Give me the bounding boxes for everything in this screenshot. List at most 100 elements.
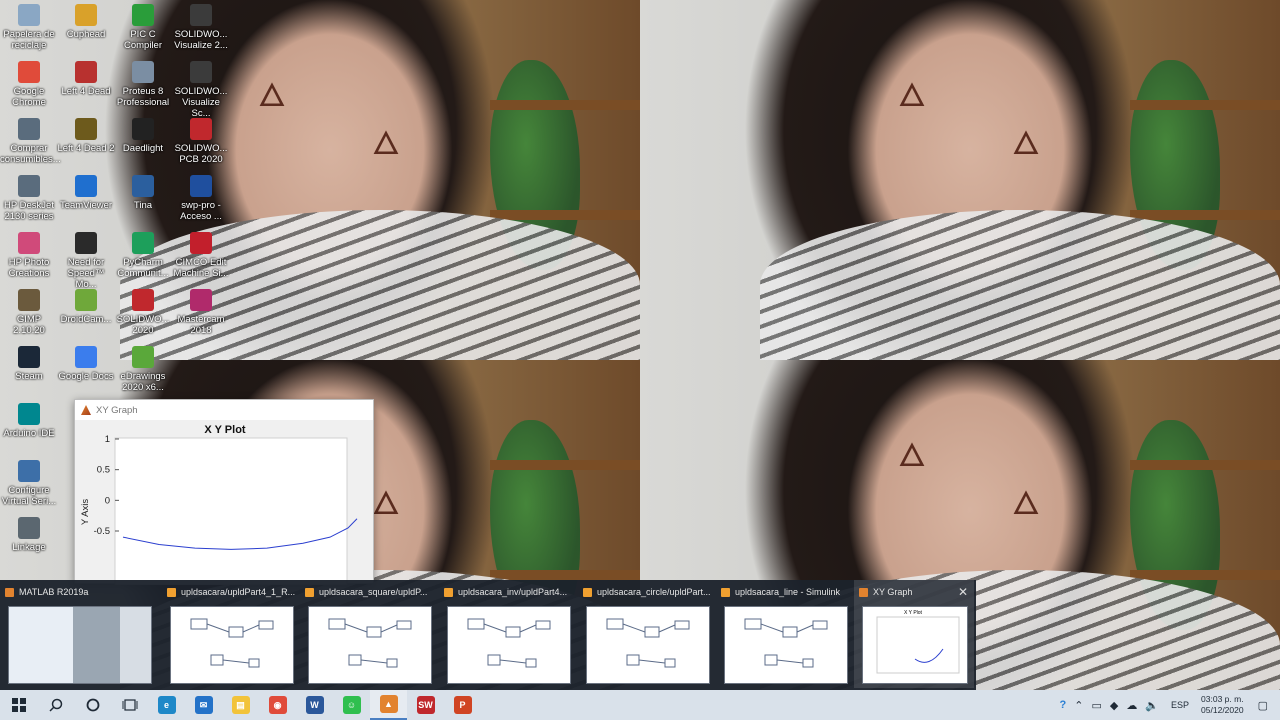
desktop-icon-label: PyCharm Communit...	[117, 257, 169, 279]
desktop-icon[interactable]: Papelera de reciclaje	[0, 4, 58, 51]
desktop-icon[interactable]: Left 4 Dead	[57, 61, 115, 97]
cloud-icon[interactable]: ☁	[1126, 699, 1137, 712]
shelf	[1130, 460, 1280, 470]
desktop-icon[interactable]: Google Chrome	[0, 61, 58, 108]
desktop-icon[interactable]: DroidCam...	[57, 289, 115, 325]
desktop-icon-label: Google Docs	[58, 371, 114, 382]
shelf	[1130, 570, 1280, 580]
cortana-button[interactable]	[74, 690, 111, 720]
desktop-icon-label: Tina	[133, 200, 153, 211]
recycle-bin-icon	[18, 4, 40, 26]
desktop-icon[interactable]: Configure Virtual Seri...	[0, 460, 58, 507]
taskbar-app-button[interactable]: P	[444, 690, 481, 720]
left4dead-icon	[75, 61, 97, 83]
desktop-icon-label: SOLIDWO... Visualize 2...	[174, 29, 228, 51]
desktop-icon[interactable]: SOLIDWO... Visualize Sc...	[172, 61, 230, 119]
desktop-icon[interactable]: Daedlight	[114, 118, 172, 154]
desktop-icon[interactable]: Cuphead	[57, 4, 115, 40]
cortana-icon	[86, 698, 99, 712]
shelf	[1130, 100, 1280, 110]
desktop-icon[interactable]: Linkage	[0, 517, 58, 553]
taskbar-app-button[interactable]: ▲	[370, 690, 407, 720]
search-icon	[48, 698, 62, 712]
desktop-icon[interactable]: PyCharm Communit...	[114, 232, 172, 279]
taskbar-app-button[interactable]: e	[148, 690, 185, 720]
daedlight-icon	[132, 118, 154, 140]
printer-icon	[18, 175, 40, 197]
window-thumbnail[interactable]: upldsacara_circle/upldPart...	[578, 580, 716, 688]
desktop-icon[interactable]: Google Docs	[57, 346, 115, 382]
desktop-icon-label: Proteus 8 Professional	[116, 86, 170, 108]
network-icon[interactable]: ▭	[1091, 699, 1101, 712]
task-view-icon	[122, 699, 137, 711]
window-thumbnail[interactable]: upldsacara_square/upldP...	[300, 580, 438, 688]
taskbar-app-button[interactable]: ☺	[333, 690, 370, 720]
help-icon[interactable]: ?	[1060, 699, 1067, 711]
desktop-icon[interactable]: Proteus 8 Professional	[114, 61, 172, 108]
desktop-icon[interactable]: HP Photo Creations	[0, 232, 58, 279]
flame-drawing: 🜂	[898, 437, 926, 473]
window-thumbnail[interactable]: XY Graph X Y Plot ✕	[854, 580, 974, 688]
desktop-icon[interactable]: PIC C Compiler	[114, 4, 172, 51]
edge-icon: e	[157, 696, 176, 714]
desktop-icon[interactable]: SOLIDWO... PCB 2020	[172, 118, 230, 165]
desktop-icon-label: Google Chrome	[12, 86, 46, 108]
close-icon[interactable]: ✕	[958, 585, 968, 599]
desktop-icon[interactable]: CIMCO Edit Machine Si...	[172, 232, 230, 279]
xy-graph-window[interactable]: XY Graph X Y Plot 1 0.5 0 -0.5 Y Axis	[74, 399, 374, 585]
search-button[interactable]	[37, 690, 74, 720]
desktop-icon-label: Linkage	[12, 542, 46, 553]
flame-drawing: 🜂	[898, 77, 926, 113]
thumbnail-preview	[8, 606, 152, 684]
desktop-icon[interactable]: SOLIDWO... Visualize 2...	[172, 4, 230, 51]
window-thumbnail[interactable]: MATLAB R2019a	[0, 580, 158, 688]
chrome-icon: ◉	[268, 696, 287, 714]
webcam-quadrant-top-right: 🜂 🜂	[640, 0, 1280, 360]
desktop-icon-label: Cuphead	[66, 29, 106, 40]
dropbox-icon[interactable]: ◆	[1110, 699, 1118, 712]
window-thumbnail[interactable]: upldsacara_inv/upldPart4...	[439, 580, 577, 688]
desktop-icon-label: CIMCO Edit Machine Si...	[173, 257, 229, 279]
language-indicator[interactable]: ESP	[1171, 700, 1189, 710]
desktop-icon[interactable]: HP DeskJet 2130 series	[0, 175, 58, 222]
desktop-icon[interactable]: Arduino IDE	[0, 403, 58, 439]
thumbnail-title: upldsacara_circle/upldPart...	[597, 587, 711, 597]
taskbar-app-button[interactable]: ✉	[185, 690, 222, 720]
desktop-icon[interactable]: Mastercam 2018	[172, 289, 230, 336]
desktop-icon[interactable]: TeamViewer	[57, 175, 115, 211]
desktop-icon[interactable]: Tina	[114, 175, 172, 211]
desktop-icon-label: SOLIDWO... 2020	[116, 314, 170, 336]
desktop-icon-label: HP Photo Creations	[8, 257, 50, 279]
taskbar-thumbnails: MATLAB R2019a upldsacara/upldPart4_1_R...…	[0, 580, 976, 690]
droidcam-icon	[75, 289, 97, 311]
desktop-icon[interactable]: SOLIDWO... 2020	[114, 289, 172, 336]
desktop-icon[interactable]: Steam	[0, 346, 58, 382]
desktop-icon[interactable]: eDrawings 2020 x6...	[114, 346, 172, 393]
desktop-icon-label: PIC C Compiler	[123, 29, 162, 51]
google-docs-icon	[75, 346, 97, 368]
start-button[interactable]	[0, 690, 37, 720]
volume-icon[interactable]: 🔈	[1145, 699, 1159, 712]
desktop-icon[interactable]: Need for Speed™ Mo...	[57, 232, 115, 290]
taskbar-app-button[interactable]: ◉	[259, 690, 296, 720]
clock-time: 03:03 p. m.	[1201, 694, 1244, 704]
desktop-icon[interactable]: GIMP 2.10.20	[0, 289, 58, 336]
clock[interactable]: 03:03 p. m. 05/12/2020	[1201, 694, 1244, 716]
shelf	[1130, 210, 1280, 220]
taskbar-app-button[interactable]: ▤	[222, 690, 259, 720]
desktop-icon[interactable]: swp-pro - Acceso ...	[172, 175, 230, 222]
chevron-up-icon[interactable]: ⌃	[1074, 699, 1083, 712]
desktop-icon[interactable]: Left 4 Dead 2	[57, 118, 115, 154]
taskbar-app-button[interactable]: W	[296, 690, 333, 720]
matlab-icon: ▲	[379, 695, 398, 713]
desktop-icon-label: GIMP 2.10.20	[13, 314, 45, 336]
window-thumbnail[interactable]: upldsacara/upldPart4_1_R...	[162, 580, 300, 688]
window-thumbnail[interactable]: upldsacara_line - Simulink	[716, 580, 854, 688]
system-tray: ? ⌃ ▭ ◆ ☁ 🔈 ESP 03:03 p. m. 05/12/2020 ▢	[1056, 690, 1280, 720]
task-view-button[interactable]	[111, 690, 148, 720]
taskbar-app-button[interactable]: SW	[407, 690, 444, 720]
desktop-icon[interactable]: Comprar consumibles...	[0, 118, 61, 165]
simulink-icon	[721, 587, 730, 597]
notifications-icon[interactable]: ▢	[1258, 699, 1268, 712]
simulink-icon	[305, 587, 314, 597]
